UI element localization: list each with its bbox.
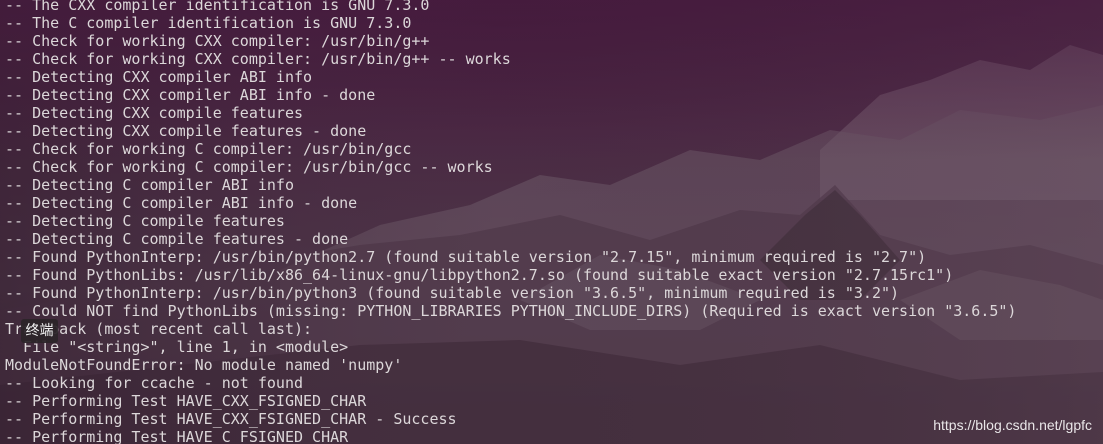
terminal-line: -- Detecting C compiler ABI info - done: [5, 194, 358, 212]
terminal-line: -- Detecting CXX compile features - done: [5, 122, 367, 140]
terminal-line: -- The CXX compiler identification is GN…: [5, 0, 430, 14]
terminal-line: -- Detecting C compiler ABI info: [5, 176, 294, 194]
terminal-line: -- Detecting C compile features: [5, 212, 285, 230]
terminal-line: Traceback (most recent call last):: [5, 320, 313, 338]
terminal-output[interactable]: -- The CXX compiler identification is GN…: [0, 0, 1103, 444]
terminal-line: -- Detecting CXX compile features: [5, 104, 304, 122]
terminal-line: -- Could NOT find PythonLibs (missing: P…: [5, 302, 1017, 320]
terminal-line: -- Check for working C compiler: /usr/bi…: [5, 158, 493, 176]
terminal-line: -- Performing Test HAVE_CXX_FSIGNED_CHAR: [5, 392, 367, 410]
terminal-line: -- The C compiler identification is GNU …: [5, 14, 412, 32]
terminal-line: -- Looking for ccache - not found: [5, 374, 304, 392]
terminal-line: -- Detecting C compile features - done: [5, 230, 349, 248]
terminal-line: File "<string>", line 1, in <module>: [5, 338, 349, 356]
watermark-text: https://blog.csdn.net/lgpfc: [933, 417, 1092, 433]
terminal-line: -- Detecting CXX compiler ABI info: [5, 68, 313, 86]
terminal-line: -- Found PythonLibs: /usr/lib/x86_64-lin…: [5, 266, 954, 284]
terminal-line: -- Found PythonInterp: /usr/bin/python2.…: [5, 248, 927, 266]
desktop-screen: -- The CXX compiler identification is GN…: [0, 0, 1103, 444]
terminal-line: -- Check for working CXX compiler: /usr/…: [5, 32, 430, 50]
terminal-line: ModuleNotFoundError: No module named 'nu…: [5, 356, 403, 374]
terminal-line: -- Check for working C compiler: /usr/bi…: [5, 140, 412, 158]
terminal-line: -- Check for working CXX compiler: /usr/…: [5, 50, 511, 68]
terminal-tooltip: 终端: [21, 319, 58, 343]
terminal-line: -- Detecting CXX compiler ABI info - don…: [5, 86, 376, 104]
terminal-line: -- Found PythonInterp: /usr/bin/python3 …: [5, 284, 900, 302]
